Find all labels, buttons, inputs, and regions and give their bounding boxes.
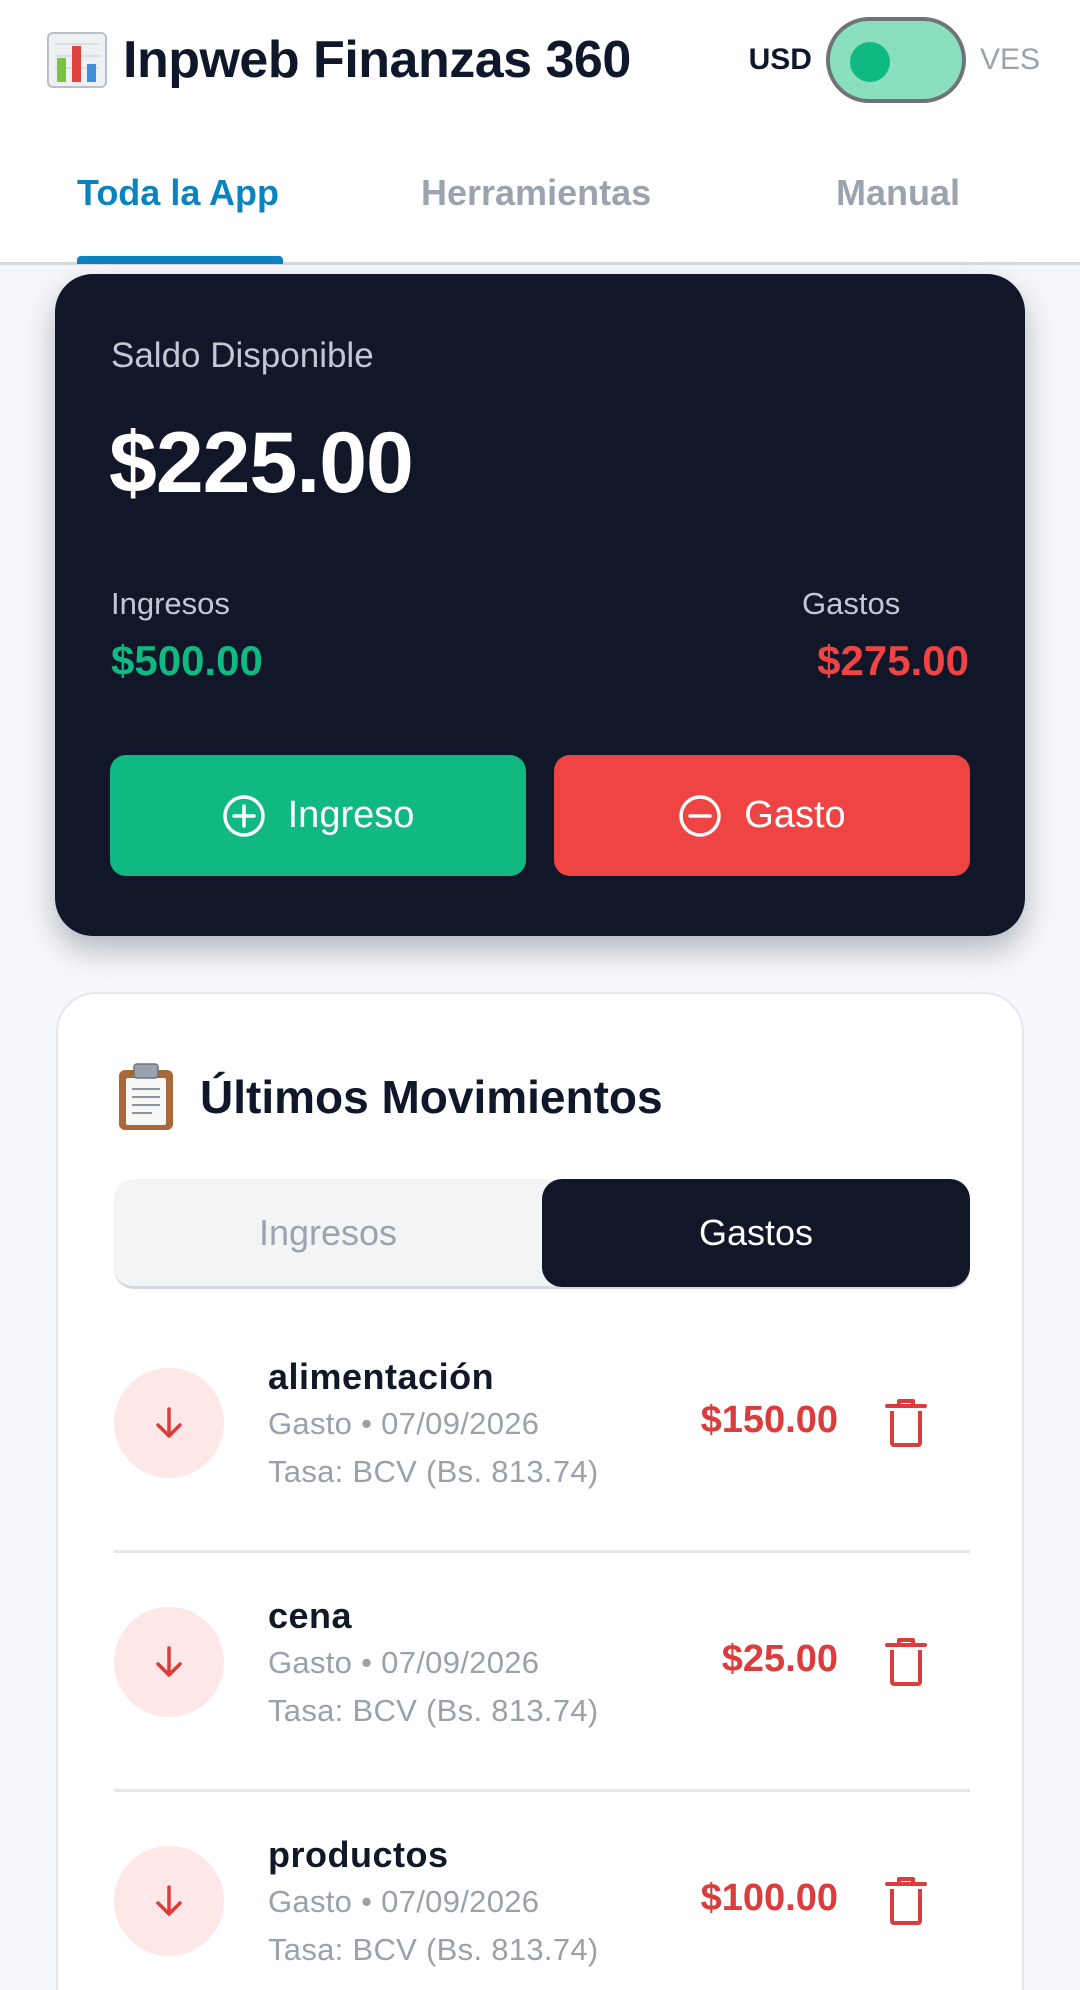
arrow-down-icon	[156, 1646, 182, 1677]
income-total: $500.00	[111, 637, 263, 684]
bar-chart-icon	[47, 32, 107, 88]
trash-icon[interactable]	[884, 1398, 928, 1448]
transaction-meta: Gasto • 07/09/2026	[268, 1645, 540, 1680]
add-income-label: Ingreso	[287, 794, 415, 836]
movements-header: Últimos Movimientos	[116, 1062, 663, 1132]
main-tabs: Toda la App Herramientas Manual	[0, 150, 1080, 265]
transaction-row[interactable]: alimentación Gasto • 07/09/2026 Tasa: BC…	[114, 1314, 970, 1553]
transaction-name: cena	[268, 1595, 353, 1636]
segment-ingresos[interactable]: Ingresos	[114, 1179, 542, 1287]
currency-toggle: USD VES	[749, 15, 1040, 105]
expense-total: $275.00	[817, 637, 969, 684]
transaction-meta: Gasto • 07/09/2026	[268, 1884, 540, 1919]
app-title-text: Inpweb Finanzas 360	[123, 31, 631, 89]
balance-amount: $225.00	[109, 415, 414, 511]
transaction-amount: $25.00	[721, 1638, 838, 1680]
add-expense-label: Gasto	[744, 794, 846, 836]
expense-avatar	[114, 1607, 224, 1717]
active-tab-indicator	[77, 256, 283, 264]
expense-avatar	[114, 1846, 224, 1956]
balance-card: Saldo Disponible $225.00 Ingresos $500.0…	[55, 274, 1025, 936]
transaction-amount: $150.00	[700, 1399, 838, 1441]
switch-knob	[849, 42, 890, 82]
arrow-down-icon	[156, 1407, 182, 1438]
expense-label: Gastos	[802, 586, 901, 621]
transaction-rate: Tasa: BCV (Bs. 813.74)	[268, 1932, 599, 1967]
movements-title: Últimos Movimientos	[200, 1071, 663, 1123]
tab-toda-la-app[interactable]: Toda la App	[77, 172, 279, 214]
transaction-rate: Tasa: BCV (Bs. 813.74)	[268, 1693, 599, 1728]
currency-switch[interactable]	[825, 17, 966, 103]
arrow-down-icon	[156, 1885, 182, 1916]
income-label: Ingresos	[111, 586, 230, 621]
currency-label-usd: USD	[748, 43, 812, 76]
expense-avatar	[114, 1368, 224, 1478]
balance-label: Saldo Disponible	[111, 336, 374, 375]
segment-gastos[interactable]: Gastos	[542, 1179, 970, 1287]
minus-circle-icon	[679, 794, 722, 837]
transaction-amount: $100.00	[700, 1877, 838, 1919]
plus-circle-icon	[222, 794, 265, 837]
tab-herramientas[interactable]: Herramientas	[421, 172, 651, 214]
transaction-row[interactable]: cena Gasto • 07/09/2026 Tasa: BCV (Bs. 8…	[114, 1553, 970, 1792]
movement-type-toggle: Ingresos Gastos	[114, 1179, 970, 1289]
app-header: Inpweb Finanzas 360 USD VES Toda la App …	[0, 0, 1080, 265]
movements-card: Últimos Movimientos Ingresos Gastos alim…	[56, 992, 1024, 1990]
app-title: Inpweb Finanzas 360	[45, 28, 631, 92]
clipboard-icon	[119, 1063, 173, 1130]
trash-icon[interactable]	[884, 1637, 928, 1687]
tab-manual[interactable]: Manual	[836, 172, 960, 214]
currency-label-ves: VES	[979, 43, 1040, 76]
transaction-meta: Gasto • 07/09/2026	[268, 1406, 540, 1441]
transaction-row[interactable]: productos Gasto • 07/09/2026 Tasa: BCV (…	[114, 1792, 970, 1990]
add-expense-button[interactable]: Gasto	[554, 755, 970, 876]
transaction-name: alimentación	[268, 1356, 495, 1397]
transaction-rate: Tasa: BCV (Bs. 813.74)	[268, 1454, 599, 1489]
trash-icon[interactable]	[884, 1876, 928, 1926]
add-income-button[interactable]: Ingreso	[110, 755, 526, 876]
transaction-name: productos	[268, 1834, 449, 1875]
